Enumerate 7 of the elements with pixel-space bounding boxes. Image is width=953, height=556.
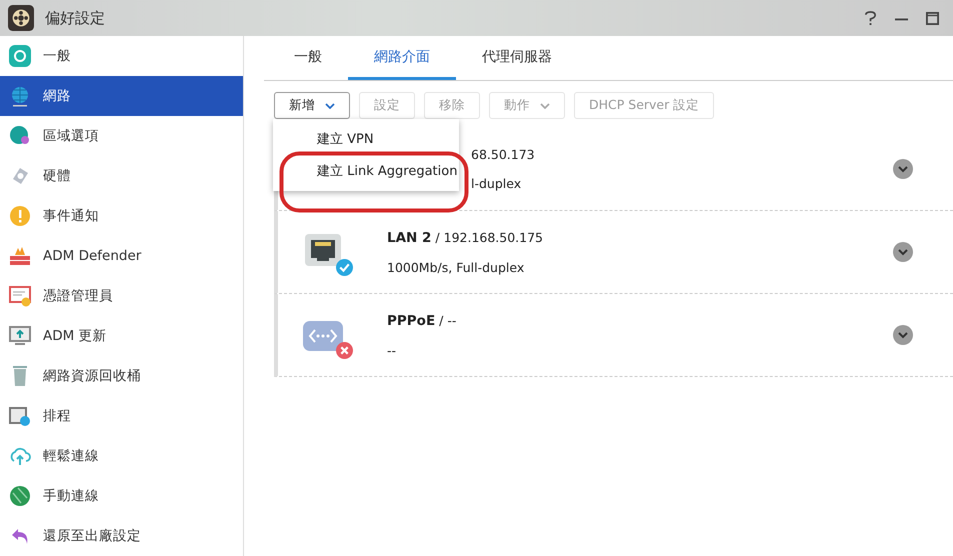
interface-speed: -- (387, 342, 398, 358)
interface-speed: l-duplex (471, 176, 522, 191)
window-title: 偏好設定 (45, 8, 105, 28)
interface-speed: 1000Mb/s, Full-duplex (387, 260, 526, 274)
interface-title: PPPoE / -- (387, 312, 458, 328)
interface-title: 68.50.173 (471, 147, 536, 162)
interface-title: LAN 2 / 192.168.50.175 (387, 230, 544, 246)
